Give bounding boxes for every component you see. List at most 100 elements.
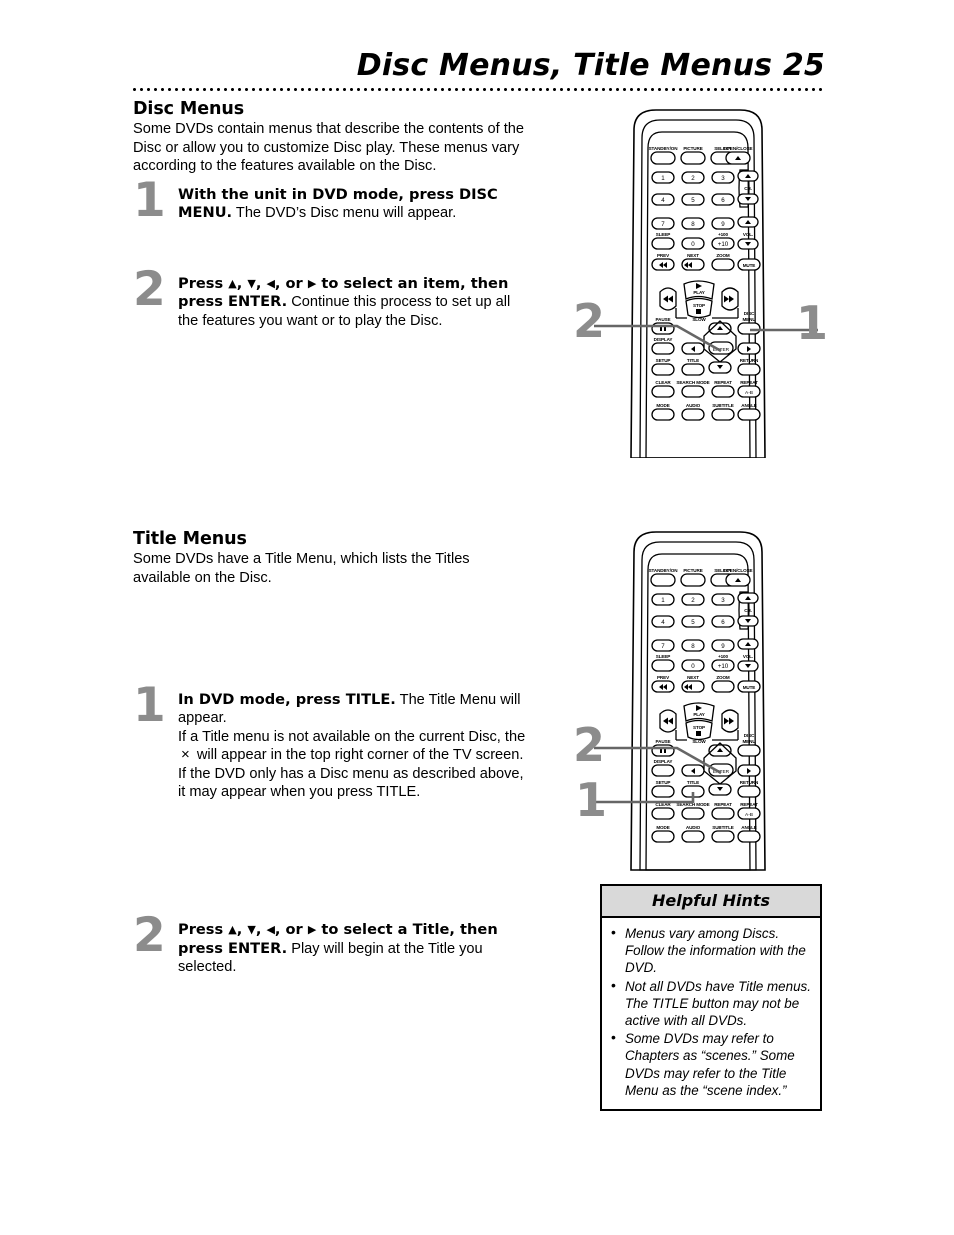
label-vol: VOL. (743, 232, 753, 237)
button-label-disc: DISC (744, 733, 755, 738)
button-label-angle: ANGLE (741, 403, 757, 408)
stop-icon (696, 731, 701, 736)
button-standby-on[interactable] (650, 573, 676, 587)
button-label-ab: A-B (745, 812, 753, 818)
helpful-hints-list: Menus vary among Discs. Follow the infor… (602, 918, 820, 1109)
button-label-setup: SETUP (656, 780, 671, 785)
button-label-disc: DISC (744, 311, 755, 316)
remote-illustration-2: STANDBY/ON PICTURE SELECT OPEN/CLOSE 1 2… (594, 531, 766, 871)
button-audio[interactable] (681, 830, 705, 843)
button-label-display: DISPLAY (654, 337, 673, 342)
button-label-sleep: SLEEP (656, 232, 671, 237)
button-pause[interactable] (651, 744, 675, 757)
button-disc-menu[interactable] (737, 322, 761, 335)
helpful-hints-title: Helpful Hints (602, 886, 820, 918)
page-header: Disc Menus, Title Menus 25 (133, 48, 825, 83)
step-rest: The DVD’s Disc menu will appear. (232, 205, 457, 222)
button-zoom[interactable] (711, 680, 735, 693)
button-sleep[interactable] (651, 237, 675, 250)
button-label-mute: MUTE (743, 263, 756, 268)
button-return[interactable] (737, 785, 761, 798)
up-arrow-icon: ▲ (228, 276, 237, 290)
button-label-mode: MODE (656, 403, 669, 408)
button-label-repeat: REPEAT (714, 380, 732, 385)
button-display[interactable] (651, 764, 675, 777)
button-repeat[interactable] (711, 385, 735, 398)
list-item: Not all DVDs have Title menus. The TITLE… (610, 977, 812, 1030)
button-label-mode: MODE (656, 825, 669, 830)
button-picture[interactable] (680, 573, 706, 587)
button-clear[interactable] (651, 807, 675, 820)
x-mark-icon: × (181, 746, 190, 764)
step-rest-2a: If a Title menu is not available on the … (178, 728, 526, 745)
remote-illustration: STANDBY/ON PICTURE SELECT OPEN/CLOSE 1 2… (594, 109, 818, 458)
button-label-prev: PREV (657, 253, 670, 258)
button-label-ab: A-B (745, 390, 753, 396)
section-intro-disc-menus: Some DVDs contain menus that describe th… (133, 121, 525, 175)
button-label-open-close: OPEN/CLOSE (724, 568, 753, 573)
button-subtitle[interactable] (711, 408, 735, 421)
step-text: With the unit in DVD mode, press DISC ME… (178, 186, 531, 223)
section-disc-menus: Disc Menus Some DVDs contain menus that … (133, 99, 531, 176)
button-label-3: 3 (721, 597, 725, 604)
remote-diagram-title-menus: STANDBY/ON PICTURE SELECT OPEN/CLOSE 1 2… (572, 530, 830, 875)
button-mode[interactable] (651, 830, 675, 843)
button-search-mode[interactable] (681, 385, 705, 398)
button-zoom[interactable] (711, 258, 735, 271)
button-setup[interactable] (651, 785, 675, 798)
step-number: 1 (133, 173, 166, 228)
button-disc-menu[interactable] (737, 744, 761, 757)
button-label-6: 6 (721, 619, 725, 626)
button-label-7: 7 (661, 221, 665, 228)
step-title-2: 2 Press ▲, ▼, ◀, or ▶ to select a Title,… (133, 912, 531, 976)
button-picture[interactable] (680, 151, 706, 165)
button-setup[interactable] (651, 363, 675, 376)
remote-row-top-2: STANDBY/ON PICTURE SELECT OPEN/CLOSE (649, 568, 753, 587)
section-heading-title-menus: Title Menus (133, 529, 247, 549)
button-label-search-mode: SEARCH MODE (676, 380, 709, 385)
up-arrow-icon: ▲ (228, 923, 237, 937)
step-title-1: 1 In DVD mode, press TITLE. The Title Me… (133, 682, 531, 801)
button-subtitle[interactable] (711, 830, 735, 843)
callout-number-1: 1 (796, 296, 829, 350)
remote-row-top: STANDBY/ON PICTURE SELECT OPEN/CLOSE (649, 146, 753, 165)
button-display[interactable] (651, 342, 675, 355)
button-stop (685, 297, 713, 319)
button-search-mode[interactable] (681, 807, 705, 820)
button-label-setup: SETUP (656, 358, 671, 363)
button-title[interactable] (681, 363, 705, 376)
button-label-title: TITLE (687, 358, 699, 363)
button-label-play: PLAY (693, 290, 704, 295)
button-mode[interactable] (651, 408, 675, 421)
button-label-1: 1 (661, 175, 665, 182)
button-clear[interactable] (651, 385, 675, 398)
button-label-mute: MUTE (743, 685, 756, 690)
down-arrow-icon: ▼ (247, 923, 256, 937)
button-audio[interactable] (681, 408, 705, 421)
button-label-plus100: +100 (718, 232, 728, 237)
button-label-return: RETURN (740, 780, 759, 785)
left-arrow-icon: ◀ (266, 276, 275, 290)
step-disc-1: 1 With the unit in DVD mode, press DISC … (133, 177, 531, 224)
button-label-picture: PICTURE (683, 568, 702, 573)
callout-number-1: 1 (575, 773, 608, 827)
button-return[interactable] (737, 363, 761, 376)
button-label-return: RETURN (740, 358, 759, 363)
page-title: Disc Menus, Title Menus 25 (356, 48, 825, 83)
header-dotted-rule (133, 88, 825, 91)
button-standby-on[interactable] (650, 151, 676, 165)
button-label-2: 2 (691, 175, 695, 182)
button-label-picture: PICTURE (683, 146, 702, 151)
button-sleep[interactable] (651, 659, 675, 672)
button-pause[interactable] (651, 322, 675, 335)
button-label-next: NEXT (687, 253, 699, 258)
press-word: Press (178, 921, 229, 939)
button-angle[interactable] (737, 408, 761, 421)
button-label-zoom: ZOOM (716, 675, 730, 680)
button-angle[interactable] (737, 830, 761, 843)
button-label-4: 4 (661, 619, 665, 626)
button-label-0: 0 (691, 241, 695, 248)
button-label-plus10: +10 (718, 241, 729, 248)
button-repeat[interactable] (711, 807, 735, 820)
helpful-hints-box: Helpful Hints Menus vary among Discs. Fo… (600, 884, 822, 1112)
